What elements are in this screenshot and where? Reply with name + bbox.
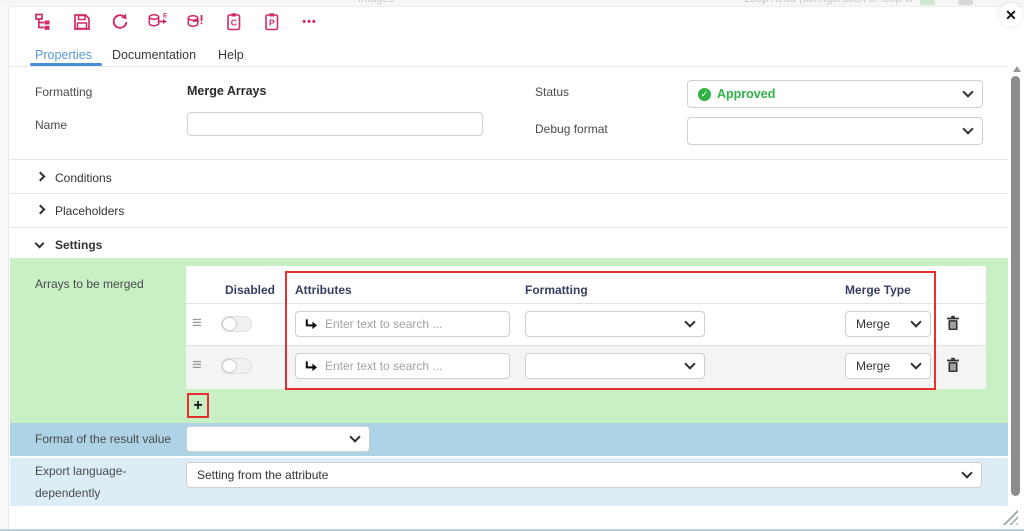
disabled-toggle[interactable] xyxy=(221,316,252,332)
drag-handle[interactable]: ≡ xyxy=(192,314,202,331)
scrollbar-up-arrow[interactable] xyxy=(1013,66,1021,72)
delete-row-button[interactable] xyxy=(944,356,962,379)
plus-icon: + xyxy=(193,396,203,414)
export-language-label-line1: Export language- xyxy=(35,464,127,478)
svg-text:C: C xyxy=(231,17,237,27)
formatting-label: Formatting xyxy=(35,85,93,99)
database-import-icon[interactable] xyxy=(185,11,206,32)
status-select[interactable]: ✓ Approved xyxy=(687,80,983,108)
name-field-wrap xyxy=(187,112,483,136)
paste-clipboard-icon[interactable]: P xyxy=(261,11,282,32)
col-header-attributes: Attributes xyxy=(295,283,352,297)
divider xyxy=(10,227,1010,228)
add-row-button[interactable]: + xyxy=(187,393,209,418)
format-result-label: Format of the result value xyxy=(35,432,172,446)
search-arrow-icon xyxy=(305,361,318,372)
export-language-select[interactable]: Setting from the attribute xyxy=(186,462,982,488)
col-header-merge-type: Merge Type xyxy=(845,283,911,297)
name-input[interactable] xyxy=(198,117,472,131)
close-icon: ✕ xyxy=(1005,6,1017,23)
status-value: Approved xyxy=(717,87,776,101)
section-conditions[interactable]: Conditions xyxy=(55,171,112,185)
export-language-value: Setting from the attribute xyxy=(197,468,329,482)
scrollbar-thumb[interactable] xyxy=(1011,76,1020,496)
save-icon[interactable] xyxy=(71,11,92,32)
chevron-down-icon xyxy=(910,316,922,328)
left-page-strip xyxy=(0,6,9,529)
attributes-search-input[interactable] xyxy=(325,317,501,331)
chevron-down-icon xyxy=(684,316,696,328)
trash-icon xyxy=(947,357,959,373)
chevron-down-icon xyxy=(349,431,361,443)
debug-format-label: Debug format xyxy=(535,122,608,136)
svg-text:P: P xyxy=(269,17,275,27)
status-label: Status xyxy=(535,85,570,99)
merge-type-select[interactable]: Merge xyxy=(845,353,931,379)
tabs-divider xyxy=(10,66,1024,67)
row-divider xyxy=(186,303,986,304)
format-result-select[interactable] xyxy=(186,426,370,452)
approved-check-icon: ✓ xyxy=(698,87,711,101)
col-header-disabled: Disabled xyxy=(224,283,275,297)
attributes-search-wrap xyxy=(295,353,510,379)
section-settings[interactable]: Settings xyxy=(55,238,102,252)
attributes-search-input[interactable] xyxy=(325,359,501,373)
export-language-label-line2: dependently xyxy=(35,486,101,500)
database-export-icon[interactable]: E xyxy=(147,11,168,32)
background-green-chip xyxy=(920,0,935,5)
attributes-search-wrap xyxy=(295,311,510,337)
drag-handle[interactable]: ≡ xyxy=(192,356,202,373)
background-images-label: Images xyxy=(358,0,394,5)
disabled-toggle[interactable] xyxy=(221,358,252,374)
col-header-formatting: Formatting xyxy=(525,283,588,297)
chevron-down-icon xyxy=(962,86,974,98)
divider xyxy=(10,159,1010,160)
svg-text:E: E xyxy=(163,12,168,19)
trash-icon xyxy=(947,315,959,331)
name-label: Name xyxy=(35,118,68,132)
tab-documentation[interactable]: Documentation xyxy=(112,48,196,62)
toolbar: E C P ••• xyxy=(33,11,320,32)
divider xyxy=(10,193,1010,194)
arrays-to-merge-label: Arrays to be merged xyxy=(35,277,144,291)
chevron-down-icon xyxy=(910,358,922,370)
chevron-down-icon xyxy=(961,467,973,479)
background-gray-chip xyxy=(958,0,973,5)
chevron-down-icon xyxy=(684,358,696,370)
formatting-value: Merge Arrays xyxy=(187,84,267,98)
tab-properties[interactable]: Properties xyxy=(35,48,92,62)
copy-clipboard-icon[interactable]: C xyxy=(223,11,244,32)
delete-row-button[interactable] xyxy=(944,314,962,337)
debug-format-select[interactable] xyxy=(687,117,983,145)
background-loop-label: Loop head (configuration of loop w xyxy=(744,0,913,5)
close-button[interactable]: ✕ xyxy=(999,3,1023,27)
undo-icon[interactable] xyxy=(109,11,130,32)
properties-dialog-screen: Images Loop head (configuration of loop … xyxy=(0,0,1024,531)
tree-structure-icon[interactable] xyxy=(33,11,54,32)
merge-type-select[interactable]: Merge xyxy=(845,311,931,337)
formatting-select[interactable] xyxy=(525,353,705,379)
search-arrow-icon xyxy=(305,319,318,330)
tab-help[interactable]: Help xyxy=(218,48,244,62)
formatting-select[interactable] xyxy=(525,311,705,337)
section-placeholders[interactable]: Placeholders xyxy=(55,204,124,218)
more-options-icon[interactable]: ••• xyxy=(299,11,320,32)
chevron-down-icon xyxy=(962,123,974,135)
